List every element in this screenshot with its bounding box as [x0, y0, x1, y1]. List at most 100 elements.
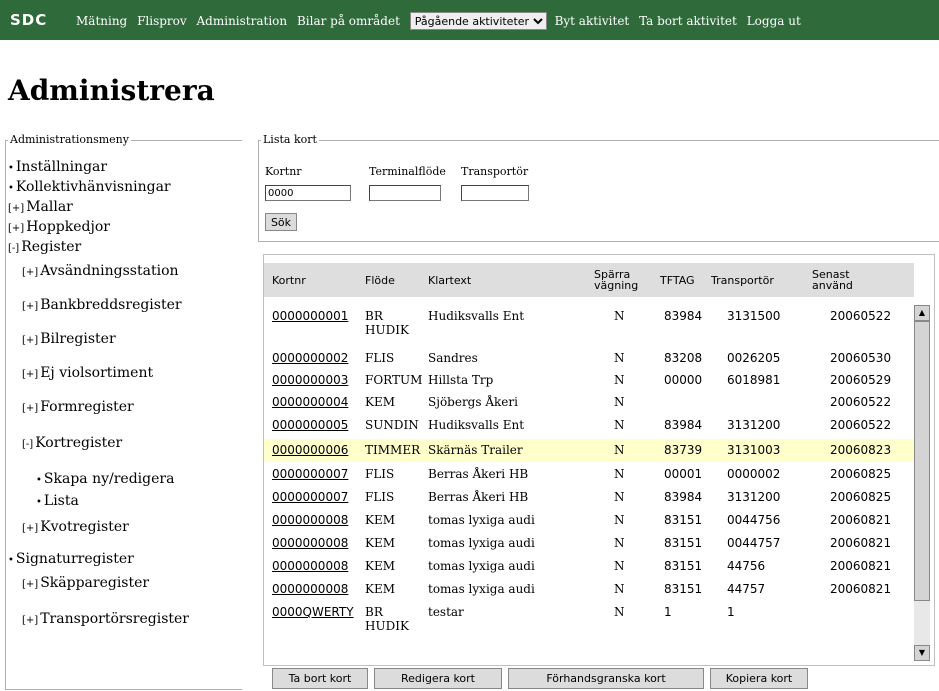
menu-item-label: Register: [21, 239, 82, 255]
cell-transportor: 44756: [727, 559, 766, 573]
nav-ta-bort-aktivitet[interactable]: Ta bort aktivitet: [639, 14, 737, 28]
cell-senast-anvand: 20060825: [830, 467, 892, 481]
menu-item[interactable]: [+] Hoppkedjor: [8, 219, 110, 235]
cell-tftag: 83984: [664, 490, 703, 504]
col-tftag: TFTAG: [660, 273, 695, 287]
table-row[interactable]: 0000000004 KEM Sjöbergs Åkeri N 20060522: [264, 391, 914, 414]
cell-transportor: 3131200: [727, 418, 781, 432]
menu-item-label: Lista: [43, 493, 79, 509]
menu-item[interactable]: [+] Mallar: [8, 199, 73, 215]
cell-sparra-vagning: N: [614, 395, 625, 409]
cell-transportor: 3131003: [727, 443, 781, 457]
menu-item[interactable]: • Signaturregister: [8, 551, 134, 567]
page-title: Administrera: [8, 74, 215, 107]
cell-senast-anvand: 20060821: [830, 559, 892, 573]
menu-item[interactable]: [+] Transportörsregister: [22, 611, 189, 627]
table-row[interactable]: 0000000008 KEM tomas lyxiga audi N 83151 4475…: [264, 555, 914, 578]
nav-bilar-pa-omradet[interactable]: Bilar på området: [297, 14, 400, 28]
cell-flode: KEM: [365, 559, 396, 573]
expand-icon: [+]: [8, 203, 25, 214]
menu-item[interactable]: [-] Register: [8, 239, 81, 255]
cell-klartext: Hudiksvalls Ent: [428, 418, 525, 432]
table-row[interactable]: 0000000007 FLIS Berras Åkeri HB N 83984 31312…: [264, 486, 914, 509]
cell-klartext: Sjöbergs Åkeri: [428, 395, 518, 409]
nav-administration[interactable]: Administration: [197, 14, 288, 28]
cell-kortnr[interactable]: 0000000008: [272, 582, 348, 596]
edit-card-button[interactable]: Redigera kort: [374, 668, 502, 689]
cell-kortnr[interactable]: 0000000005: [272, 418, 348, 432]
kortnr-input[interactable]: [265, 185, 351, 201]
menu-item[interactable]: [+] Ej violsortiment: [22, 365, 153, 381]
bullet-icon: •: [36, 497, 42, 508]
cell-sparra-vagning: N: [614, 467, 625, 481]
cell-tftag: 83984: [664, 418, 703, 432]
cell-kortnr[interactable]: 0000QWERTY: [272, 605, 354, 619]
menu-item[interactable]: • Inställningar: [8, 159, 107, 175]
cell-kortnr[interactable]: 0000000003: [272, 373, 348, 387]
menu-item[interactable]: • Lista: [36, 493, 79, 509]
scroll-down-icon[interactable]: ▼: [914, 645, 930, 661]
scroll-up-icon[interactable]: ▲: [914, 305, 930, 321]
nav-flisprov[interactable]: Flisprov: [137, 14, 187, 28]
cell-kortnr[interactable]: 0000000007: [272, 467, 348, 481]
menu-item-label: Inställningar: [15, 159, 108, 175]
table-row[interactable]: 0000000002 FLIS Sandres N 83208 0026205 200605…: [264, 347, 914, 370]
scroll-thumb[interactable]: [914, 321, 930, 601]
cell-sparra-vagning: N: [614, 490, 625, 504]
menu-item[interactable]: [-] Kortregister: [22, 435, 122, 451]
table-row[interactable]: 0000QWERTY BR HUDIK testar N 1 1: [264, 601, 914, 637]
cell-klartext: Skärnäs Trailer: [428, 443, 523, 457]
cell-kortnr[interactable]: 0000000006: [272, 443, 348, 457]
menu-item[interactable]: [+] Bilregister: [22, 331, 116, 347]
activity-select[interactable]: Pågående aktiviteter: [409, 12, 547, 30]
terminalflode-input[interactable]: [369, 185, 441, 201]
menu-legend: Administrationsmeny: [8, 133, 131, 146]
table-row[interactable]: 0000000001 BR HUDIK Hudiksvalls Ent N 83984 3…: [264, 305, 914, 341]
cell-kortnr[interactable]: 0000000008: [272, 536, 348, 550]
table-scrollbar[interactable]: ▲ ▼: [914, 305, 930, 661]
table-row[interactable]: 0000000008 KEM tomas lyxiga audi N 83151 0044…: [264, 532, 914, 555]
nav-byt-aktivitet[interactable]: Byt aktivitet: [555, 14, 630, 28]
menu-item[interactable]: [+] Avsändningsstation: [22, 263, 179, 279]
nav-matning[interactable]: Mätning: [76, 14, 127, 28]
menu-item[interactable]: [+] Formregister: [22, 399, 134, 415]
search-button[interactable]: Sök: [265, 213, 297, 231]
cell-senast-anvand: 20060821: [830, 536, 892, 550]
table-row[interactable]: 0000000008 KEM tomas lyxiga audi N 83151 0044…: [264, 509, 914, 532]
nav-logga-ut[interactable]: Logga ut: [747, 14, 801, 28]
cell-tftag: 83151: [664, 536, 703, 550]
menu-item[interactable]: [+] Bankbreddsregister: [22, 297, 182, 313]
cell-senast-anvand: 20060522: [830, 395, 892, 409]
cell-kortnr[interactable]: 0000000007: [272, 490, 348, 504]
bullet-icon: •: [36, 475, 42, 486]
transportor-input[interactable]: [461, 185, 529, 201]
col-transportor: Transportör: [711, 273, 774, 287]
cell-sparra-vagning: N: [614, 536, 625, 550]
cell-klartext: Berras Åkeri HB: [428, 467, 529, 481]
cell-kortnr[interactable]: 0000000008: [272, 559, 348, 573]
cell-kortnr[interactable]: 0000000002: [272, 351, 348, 365]
table-row[interactable]: 0000000007 FLIS Berras Åkeri HB N 00001 00000…: [264, 463, 914, 486]
menu-item[interactable]: [+] Kvotregister: [22, 519, 129, 535]
cell-kortnr[interactable]: 0000000004: [272, 395, 348, 409]
preview-card-button[interactable]: Förhandsgranska kort: [508, 668, 704, 689]
menu-item[interactable]: • Kollektivhänvisningar: [8, 179, 171, 195]
cell-kortnr[interactable]: 0000000001: [272, 309, 348, 323]
delete-card-button[interactable]: Ta bort kort: [272, 668, 368, 689]
table-row[interactable]: 0000000006 TIMMER Skärnäs Trailer N 83739 313…: [264, 439, 914, 462]
table-row[interactable]: 0000000008 KEM tomas lyxiga audi N 83151 4475…: [264, 578, 914, 601]
kortnr-label: Kortnr: [265, 165, 302, 178]
cell-kortnr[interactable]: 0000000008: [272, 513, 348, 527]
col-senast-anvand: Senast använd: [812, 268, 853, 292]
table-row[interactable]: 0000000003 FORTUM Hillsta Trp N 00000 6018981…: [264, 369, 914, 392]
collapse-icon: [-]: [22, 439, 34, 450]
cell-sparra-vagning: N: [614, 443, 625, 457]
copy-card-button[interactable]: Kopiera kort: [710, 668, 808, 689]
col-flode: Flöde: [365, 273, 395, 287]
menu-item[interactable]: • Skapa ny/redigera: [36, 471, 174, 487]
sdc-logo: SDC: [10, 11, 48, 29]
table-row[interactable]: 0000000005 SUNDIN Hudiksvalls Ent N 83984 313…: [264, 414, 914, 437]
cell-flode: KEM: [365, 513, 396, 527]
menu-item[interactable]: [+] Skäpparegister: [22, 575, 149, 591]
cell-transportor: 3131500: [727, 309, 781, 323]
